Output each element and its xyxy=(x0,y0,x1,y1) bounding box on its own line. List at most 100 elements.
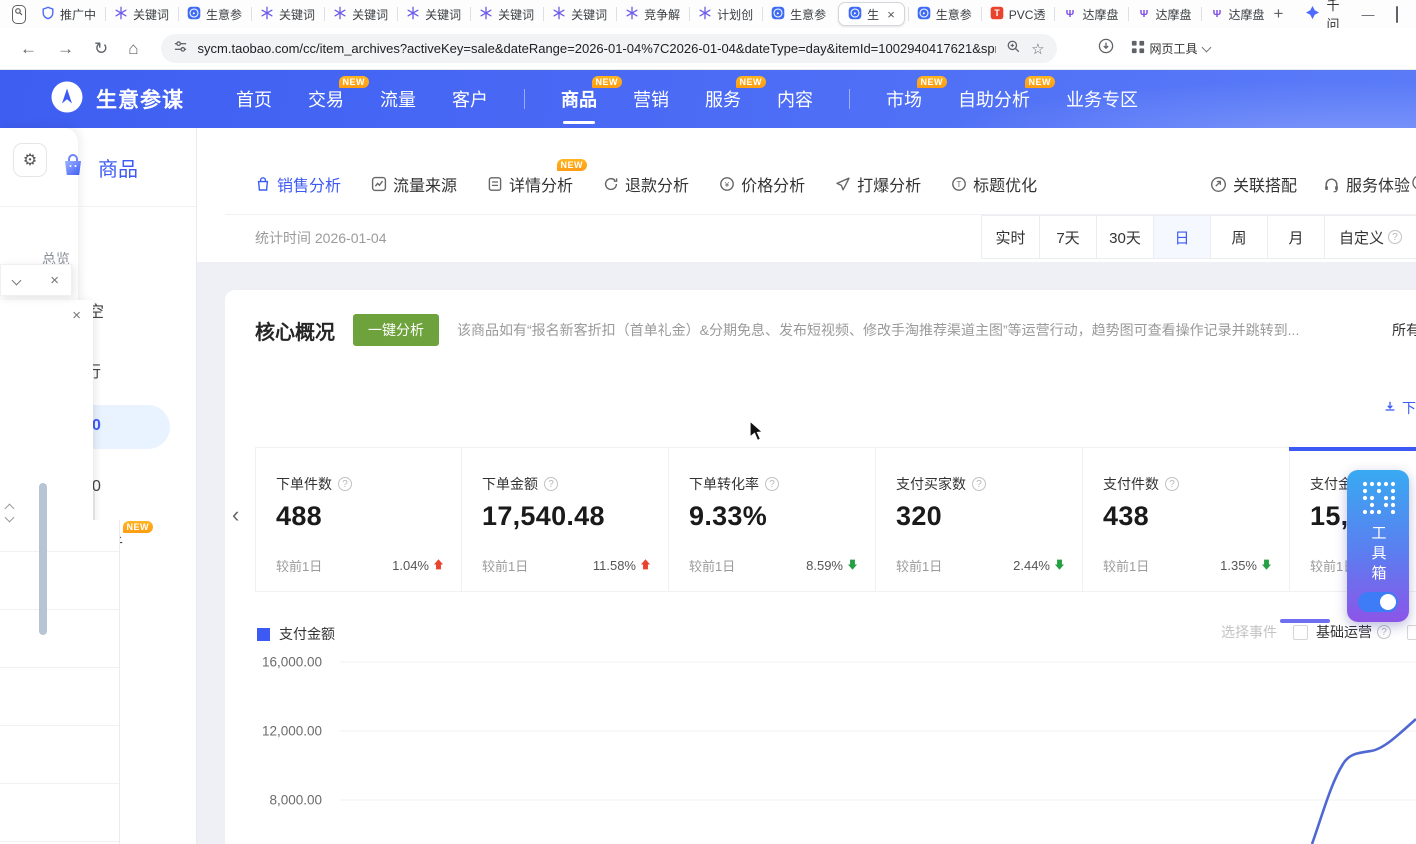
subtab-详情分析[interactable]: 详情分析NEW xyxy=(487,172,573,196)
list-item[interactable] xyxy=(0,726,119,784)
browser-tab[interactable]: T PVC透 xyxy=(981,2,1055,26)
browser-tab[interactable]: Ψ 达摩盘 xyxy=(1054,2,1127,26)
nav-item-交易[interactable]: 交易NEW xyxy=(308,86,344,112)
nav-item-内容[interactable]: 内容 xyxy=(777,86,813,112)
help-icon[interactable]: ? xyxy=(972,477,986,491)
payment-trend-chart[interactable]: 16,000.0012,000.008,000.00 xyxy=(225,648,1416,844)
webtools-button[interactable]: 网页工具 xyxy=(1131,40,1210,57)
sidebar-item-fragment[interactable]: 0 xyxy=(92,478,101,496)
subtab-服务体验[interactable]: 服务体验 xyxy=(1323,172,1410,196)
new-tab-button[interactable]: + xyxy=(1274,4,1284,24)
toolbox-toggle[interactable] xyxy=(1358,592,1398,612)
subtab-流量来源[interactable]: 流量来源 xyxy=(371,172,457,196)
expand-collapse-control[interactable] xyxy=(6,505,13,521)
metric-title: 支付金 xyxy=(1310,474,1352,494)
nav-item-客户[interactable]: 客户 xyxy=(452,86,488,112)
download-link[interactable]: 下载 xyxy=(1383,398,1416,418)
help-icon[interactable]: ? xyxy=(1388,230,1402,244)
close-icon[interactable]: × xyxy=(50,273,59,288)
browser-tab[interactable]: 推广中 xyxy=(32,2,105,26)
date-option-实时[interactable]: 实时 xyxy=(982,216,1039,258)
brand[interactable]: 生意参谋 xyxy=(50,80,184,119)
date-option-30天[interactable]: 30天 xyxy=(1096,216,1153,258)
address-bar[interactable]: sycm.taobao.com/cc/item_archives?activeK… xyxy=(161,34,1057,63)
reload-button[interactable]: ↻ xyxy=(94,40,108,57)
browser-tab[interactable]: 关键词 xyxy=(470,2,543,26)
compare-label: 较前1日 xyxy=(896,556,942,575)
metric-card-下单件数[interactable]: 下单件数? 488 较前1日 1.04% xyxy=(255,447,462,592)
gear-icon[interactable]: ⚙ xyxy=(13,143,47,177)
browser-tab[interactable]: Ψ 达摩盘 xyxy=(1201,2,1274,26)
nav-item-自助分析[interactable]: 自助分析NEW xyxy=(958,86,1030,112)
subtab-打爆分析[interactable]: 打爆分析 xyxy=(835,172,921,196)
date-option-自定义[interactable]: 自定义? xyxy=(1324,216,1416,258)
zoom-in-icon[interactable] xyxy=(1006,39,1021,59)
list-item[interactable] xyxy=(0,784,119,842)
nav-item-商品[interactable]: 商品NEW xyxy=(561,86,597,112)
browser-tab[interactable]: 生意参 xyxy=(908,2,981,26)
nav-item-服务[interactable]: 服务NEW xyxy=(705,86,741,112)
subtab-标题优化[interactable]: T 标题优化 xyxy=(951,172,1037,196)
date-option-月[interactable]: 月 xyxy=(1267,216,1324,258)
list-item[interactable] xyxy=(0,552,119,610)
event-checkbox-clipped[interactable] xyxy=(1407,625,1416,640)
forward-button[interactable]: → xyxy=(57,40,74,57)
help-icon[interactable]: ? xyxy=(1165,477,1179,491)
browser-tab[interactable]: 关键词 xyxy=(543,2,616,26)
tab-close-icon[interactable]: × xyxy=(887,7,895,22)
metric-card-支付件数[interactable]: 支付件数? 438 较前1日 1.35% xyxy=(1083,447,1290,592)
subtab-退款分析[interactable]: 退款分析 xyxy=(603,172,689,196)
date-option-7天[interactable]: 7天 xyxy=(1039,216,1096,258)
new-badge: NEW xyxy=(592,76,623,88)
browser-tab[interactable]: 生× xyxy=(838,2,905,26)
one-click-analyze-button[interactable]: 一键分析 xyxy=(353,314,439,346)
nav-item-首页[interactable]: 首页 xyxy=(236,86,272,112)
browser-tab[interactable]: 竞争解 xyxy=(616,2,689,26)
nav-item-业务专区[interactable]: 业务专区 xyxy=(1066,86,1138,112)
metric-card-下单转化率[interactable]: 下单转化率? 9.33% 较前1日 8.59% xyxy=(669,447,876,592)
tab-search-button[interactable] xyxy=(12,5,26,24)
metric-card-下单金额[interactable]: 下单金额? 17,540.48 较前1日 11.58% xyxy=(462,447,669,592)
help-icon[interactable]: ? xyxy=(1377,625,1391,639)
browser-tab[interactable]: 关键词 xyxy=(397,2,470,26)
browser-tab[interactable]: 计划创 xyxy=(689,2,762,26)
svg-text:Ψ: Ψ xyxy=(1066,7,1075,19)
clipped-tab-icon xyxy=(1407,174,1416,196)
bookmark-star-icon[interactable]: ☆ xyxy=(1031,40,1044,58)
sidebar-scrollbar-thumb[interactable] xyxy=(39,483,47,635)
date-option-周[interactable]: 周 xyxy=(1210,216,1267,258)
browser-tab[interactable]: 关键词 xyxy=(324,2,397,26)
browser-tab[interactable]: Ψ 达摩盘 xyxy=(1128,2,1201,26)
help-icon[interactable]: ? xyxy=(544,477,558,491)
nav-divider xyxy=(849,89,850,109)
back-button[interactable]: ← xyxy=(20,40,37,57)
event-checkbox[interactable] xyxy=(1293,625,1308,640)
browser-tab[interactable]: 生意参 xyxy=(178,2,251,26)
browser-tab[interactable]: 关键词 xyxy=(251,2,324,26)
toolbox-widget[interactable]: 工具箱 xyxy=(1347,470,1409,622)
close-icon[interactable]: × xyxy=(72,308,81,323)
sidebar-item-fragment[interactable]: 0 xyxy=(92,417,101,435)
subtab-销售分析[interactable]: 销售分析 xyxy=(255,172,341,196)
list-item[interactable] xyxy=(0,520,119,552)
date-option-日[interactable]: 日 xyxy=(1153,216,1210,258)
window-minimize-button[interactable]: — xyxy=(1361,7,1374,22)
help-icon[interactable]: ? xyxy=(338,477,352,491)
nav-item-营销[interactable]: 营销 xyxy=(633,86,669,112)
cards-prev-arrow[interactable]: ‹ xyxy=(232,502,239,528)
list-item[interactable] xyxy=(0,668,119,726)
keyword-icon xyxy=(260,6,274,23)
window-maximize-button[interactable] xyxy=(1396,7,1398,22)
browser-tab[interactable]: 生意参 xyxy=(762,2,835,26)
nav-item-市场[interactable]: 市场NEW xyxy=(886,86,922,112)
help-icon[interactable]: ? xyxy=(765,477,779,491)
list-item[interactable] xyxy=(0,610,119,668)
download-circle-icon[interactable] xyxy=(1098,38,1114,59)
subtab-价格分析[interactable]: ¥ 价格分析 xyxy=(719,172,805,196)
home-button[interactable]: ⌂ xyxy=(128,40,138,57)
subtab-关联搭配[interactable]: 关联搭配 xyxy=(1210,172,1297,196)
chevron-down-icon[interactable] xyxy=(12,275,22,285)
metric-card-支付买家数[interactable]: 支付买家数? 320 较前1日 2.44% xyxy=(876,447,1083,592)
browser-tab[interactable]: 关键词 xyxy=(105,2,178,26)
nav-item-流量[interactable]: 流量 xyxy=(380,86,416,112)
